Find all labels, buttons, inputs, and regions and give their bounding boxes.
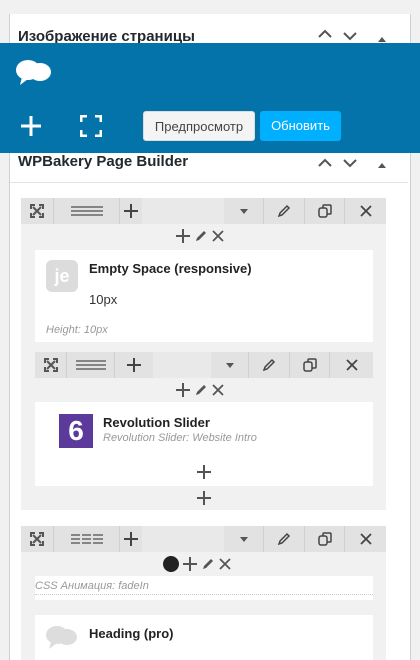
revolution-slider-title: Revolution Slider xyxy=(103,415,210,430)
row-2-controls xyxy=(21,526,386,552)
speech-bubbles-icon[interactable] xyxy=(14,57,54,92)
close-icon[interactable] xyxy=(345,198,386,224)
plus-icon[interactable] xyxy=(183,557,197,571)
chevron-up-icon[interactable] xyxy=(318,27,332,42)
divider xyxy=(10,182,408,183)
divider xyxy=(35,594,373,596)
empty-space-title: Empty Space (responsive) xyxy=(89,261,252,276)
preview-button[interactable]: Предпросмотр xyxy=(143,111,255,141)
pencil-icon[interactable] xyxy=(264,526,305,552)
pencil-icon[interactable] xyxy=(194,229,208,243)
column-1-actions xyxy=(176,229,224,243)
pencil-icon[interactable] xyxy=(264,198,305,224)
chevron-down-icon[interactable] xyxy=(343,156,357,171)
plus-icon[interactable] xyxy=(120,198,142,224)
chevron-up-icon[interactable] xyxy=(318,156,332,171)
triangle-up-icon[interactable] xyxy=(377,157,387,172)
dropdown-icon[interactable] xyxy=(211,352,249,378)
speech-bubbles-icon xyxy=(45,624,79,655)
close-icon[interactable] xyxy=(345,526,386,552)
heading-title: Heading (pro) xyxy=(89,626,174,641)
heading-element[interactable] xyxy=(35,615,373,660)
fullscreen-icon[interactable] xyxy=(79,114,103,142)
revolution-slider-subtitle: Revolution Slider: Website Intro xyxy=(103,432,257,444)
close-icon[interactable] xyxy=(212,230,224,242)
add-element-plus-icon[interactable] xyxy=(197,491,211,510)
copy-icon[interactable] xyxy=(305,198,345,224)
pencil-icon[interactable] xyxy=(249,352,290,378)
update-button[interactable]: Обновить xyxy=(260,111,341,141)
column-2-actions xyxy=(163,556,231,572)
copy-icon[interactable] xyxy=(305,526,345,552)
row-1-controls xyxy=(21,198,386,224)
plus-icon[interactable] xyxy=(115,352,153,378)
dropdown-icon[interactable] xyxy=(224,198,264,224)
chevron-down-icon[interactable] xyxy=(343,29,357,44)
pencil-icon[interactable] xyxy=(201,557,215,571)
close-icon[interactable] xyxy=(212,384,224,396)
close-icon[interactable] xyxy=(219,558,231,570)
add-element-plus-icon[interactable] xyxy=(19,114,43,143)
revolution-slider-icon: 6 xyxy=(59,414,93,448)
pencil-icon[interactable] xyxy=(194,383,208,397)
layout-icon[interactable] xyxy=(54,198,120,224)
move-icon[interactable] xyxy=(21,526,54,552)
layout-icon[interactable] xyxy=(67,352,115,378)
plus-icon[interactable] xyxy=(176,229,190,243)
copy-icon[interactable] xyxy=(290,352,330,378)
plus-icon[interactable] xyxy=(120,526,142,552)
empty-space-icon: je xyxy=(46,260,78,292)
add-element-plus-icon[interactable] xyxy=(197,465,211,484)
inner-row-controls xyxy=(35,352,373,378)
move-icon[interactable] xyxy=(35,352,67,378)
color-dot-icon[interactable] xyxy=(163,556,179,572)
close-icon[interactable] xyxy=(330,352,373,378)
empty-space-height: Height: 10px xyxy=(46,324,108,336)
inner-column-actions xyxy=(176,383,224,397)
plus-icon[interactable] xyxy=(176,383,190,397)
layout-icon[interactable] xyxy=(54,526,120,552)
builder-title: WPBakery Page Builder xyxy=(18,153,189,170)
empty-space-value: 10px xyxy=(89,292,118,307)
dropdown-icon[interactable] xyxy=(224,526,264,552)
css-animation-label: CSS Анимация: fadeIn xyxy=(35,580,149,592)
move-icon[interactable] xyxy=(21,198,54,224)
